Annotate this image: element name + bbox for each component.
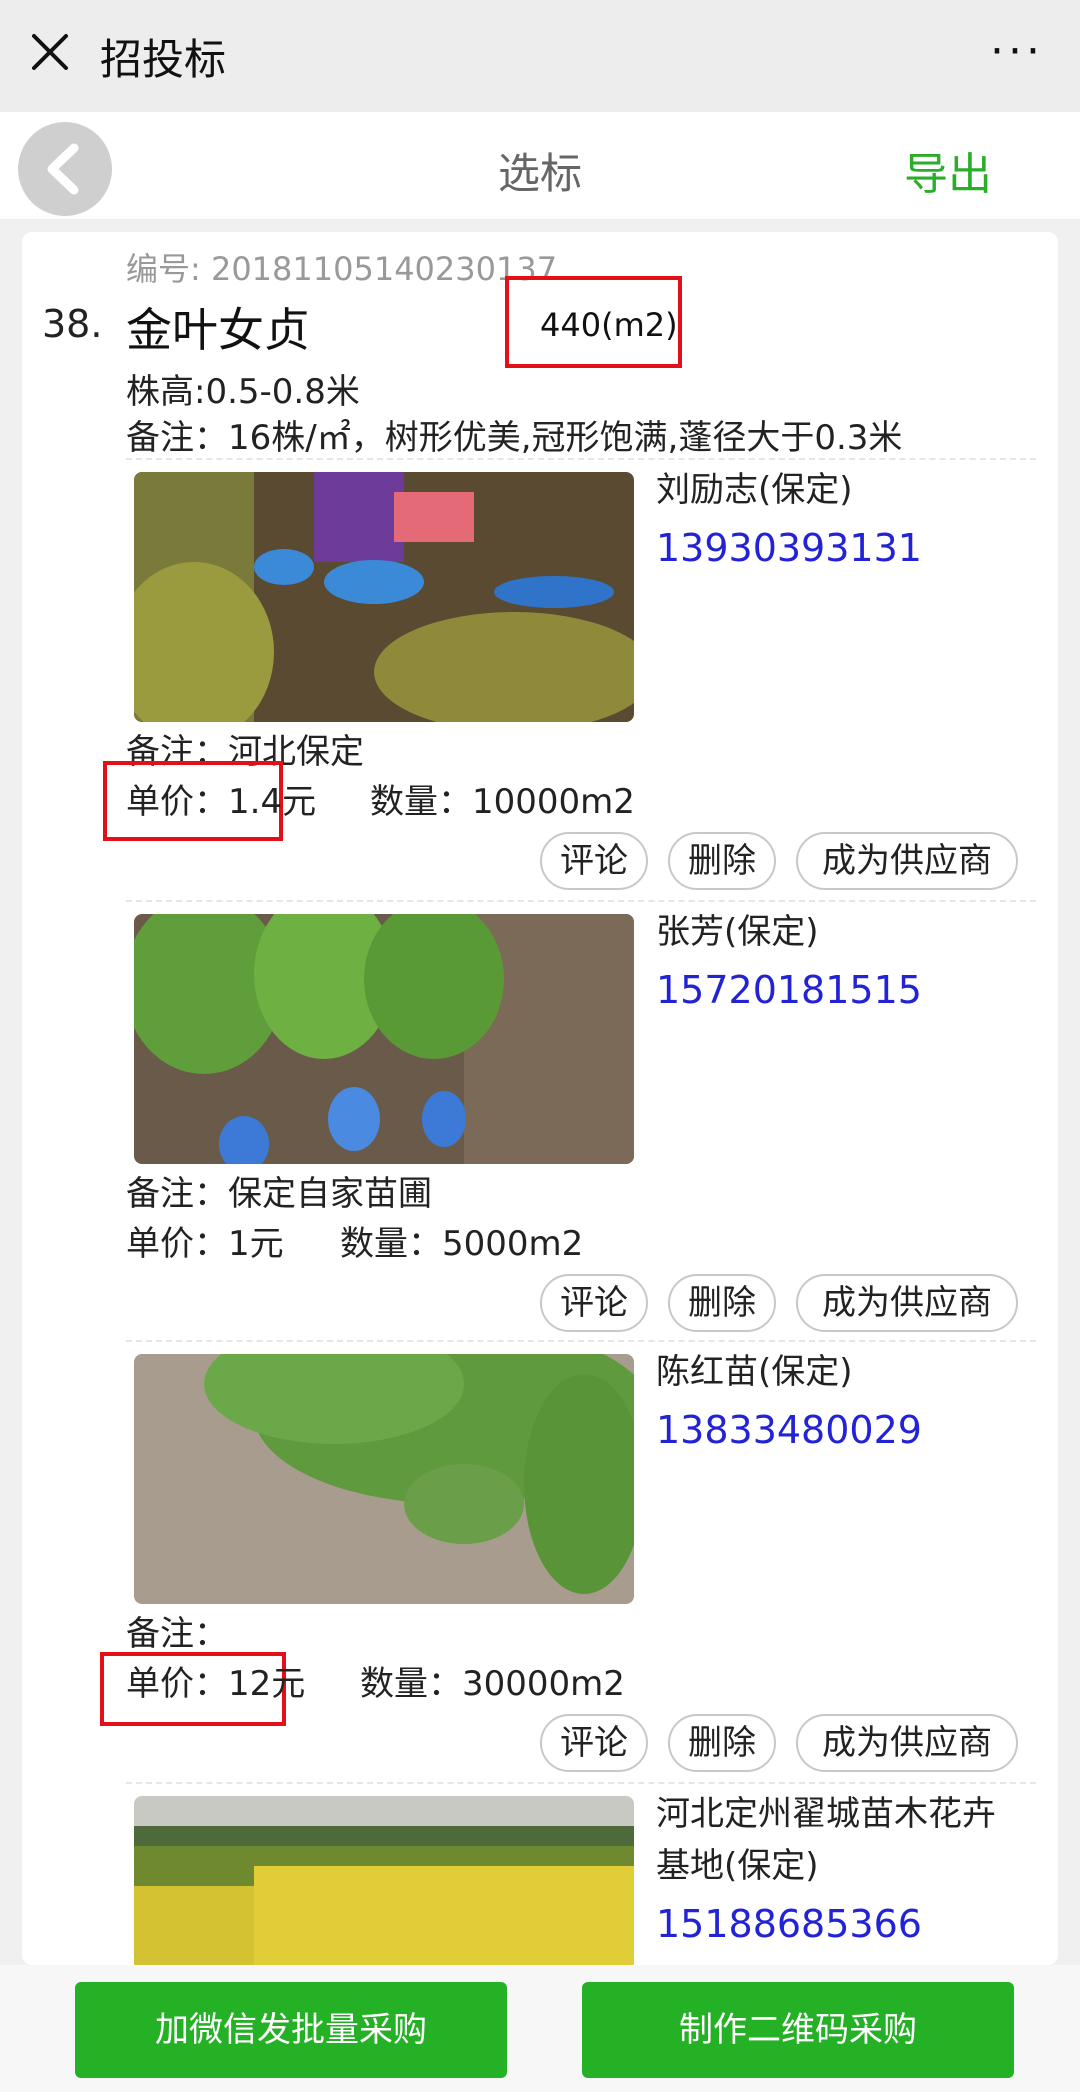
unit-price: 单价：12元	[126, 1664, 306, 1704]
supplier-name: 刘励志(保定)	[656, 470, 853, 510]
wechat-bulk-purchase-button[interactable]: 加微信发批量采购	[75, 1982, 507, 2078]
required-quantity: 440(m2)	[540, 306, 678, 344]
wechat-top-bar: 招投标 ···	[0, 0, 1080, 112]
comment-button[interactable]: 评论	[540, 832, 648, 890]
plant-height: 株高:0.5-0.8米	[126, 372, 360, 412]
supplier-name: 张芳(保定)	[656, 912, 819, 952]
supplier-phone[interactable]: 13930393131	[656, 526, 922, 570]
supplier-phone[interactable]: 15720181515	[656, 968, 922, 1012]
seedling-photo[interactable]	[134, 914, 634, 1164]
unit-price: 单价：1元	[126, 1224, 284, 1264]
supplier-name: 陈红苗(保定)	[656, 1352, 853, 1392]
comment-button[interactable]: 评论	[540, 1274, 648, 1332]
delete-button[interactable]: 删除	[668, 1714, 776, 1772]
seedling-photo[interactable]	[134, 472, 634, 722]
bid-remark: 备注：保定自家苗圃	[126, 1174, 432, 1214]
more-icon[interactable]: ···	[990, 30, 1044, 74]
page-header: 选标 导出	[0, 112, 1080, 220]
close-icon[interactable]	[28, 30, 72, 74]
delete-button[interactable]: 删除	[668, 1274, 776, 1332]
seedling-photo[interactable]	[134, 1796, 634, 1965]
plant-name: 金叶女贞	[126, 303, 310, 357]
divider	[126, 900, 1036, 902]
export-button[interactable]: 导出	[904, 138, 992, 202]
item-number: 编号: 20181105140230137	[126, 250, 558, 288]
divider	[126, 1782, 1036, 1784]
supply-amount: 数量：5000m2	[340, 1224, 584, 1264]
supplier-phone[interactable]: 13833480029	[656, 1408, 922, 1452]
bottom-action-bar: 加微信发批量采购 制作二维码采购	[0, 1965, 1080, 2092]
comment-button[interactable]: 评论	[540, 1714, 648, 1772]
item-index: 38.	[42, 302, 103, 346]
become-supplier-button[interactable]: 成为供应商	[796, 1274, 1018, 1332]
bid-remark: 备注：	[126, 1614, 228, 1654]
product-remark: 备注：16株/㎡，树形优美,冠形饱满,蓬径大于0.3米	[126, 418, 903, 458]
unit-price: 单价：1.4元	[126, 782, 317, 822]
become-supplier-button[interactable]: 成为供应商	[796, 832, 1018, 890]
qrcode-purchase-button[interactable]: 制作二维码采购	[582, 1982, 1014, 2078]
delete-button[interactable]: 删除	[668, 832, 776, 890]
supplier-phone[interactable]: 15188685366	[656, 1902, 922, 1946]
window-title: 招投标	[100, 35, 227, 84]
divider	[126, 458, 1036, 460]
divider	[126, 1340, 1036, 1342]
supplier-name: 河北定州翟城苗木花卉基地(保定)	[656, 1794, 996, 1886]
product-card: 编号: 20181105140230137 38. 金叶女贞 440(m2) 株…	[22, 232, 1058, 1965]
become-supplier-button[interactable]: 成为供应商	[796, 1714, 1018, 1772]
seedling-photo[interactable]	[134, 1354, 634, 1604]
supply-amount: 数量：30000m2	[360, 1664, 625, 1704]
supply-amount: 数量：10000m2	[370, 782, 635, 822]
